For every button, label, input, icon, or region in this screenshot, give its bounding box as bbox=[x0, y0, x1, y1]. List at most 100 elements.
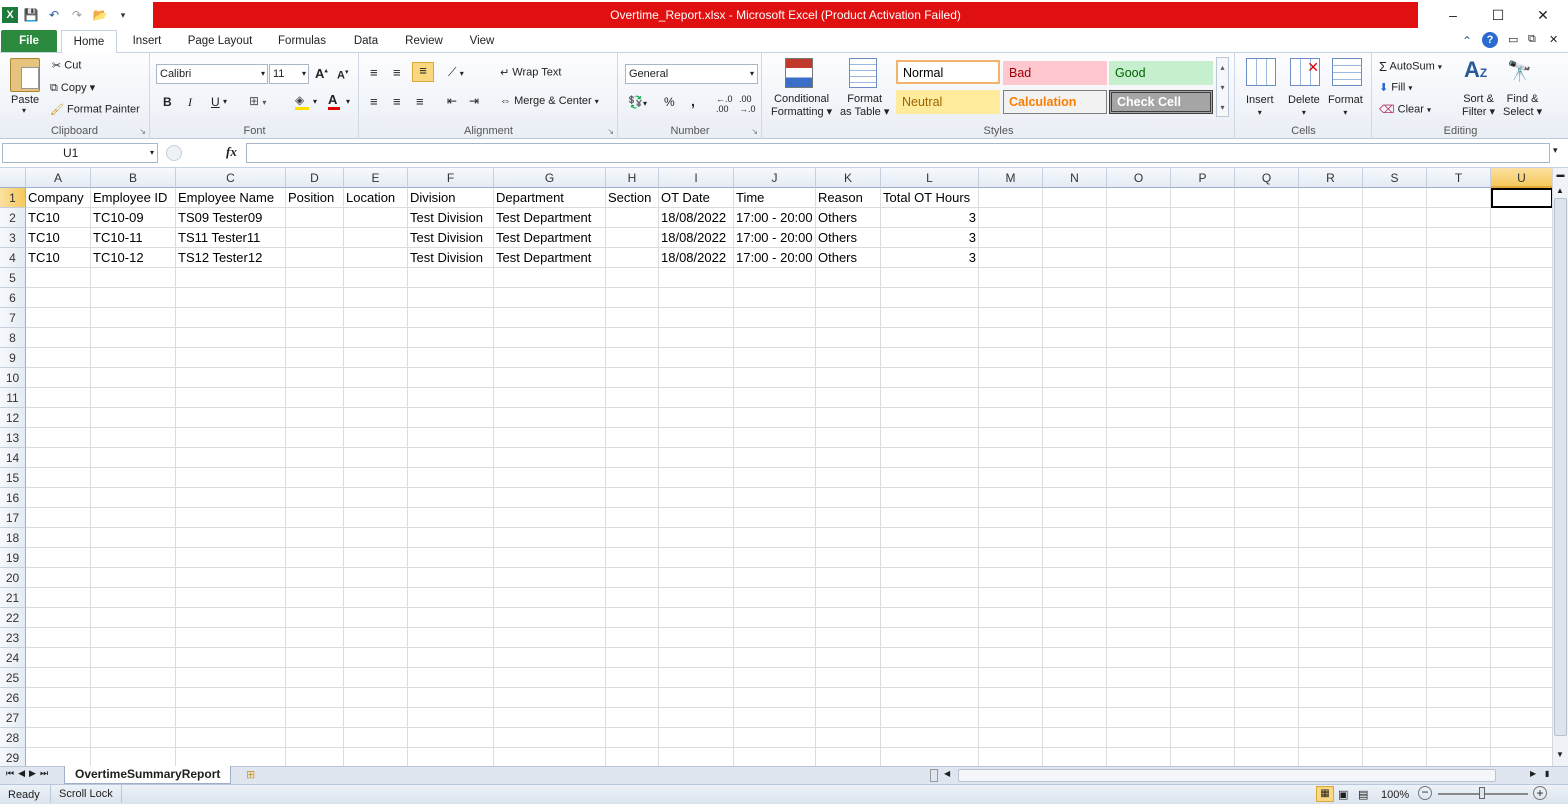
cell[interactable] bbox=[979, 548, 1043, 568]
cell[interactable] bbox=[494, 448, 606, 468]
font-size-select[interactable]: 11 ▾ bbox=[269, 64, 309, 84]
cell[interactable]: Section bbox=[606, 188, 659, 208]
cell[interactable] bbox=[816, 628, 881, 648]
row-header[interactable]: 5 bbox=[0, 268, 26, 288]
style-neutral[interactable]: Neutral bbox=[896, 90, 1000, 114]
cell[interactable] bbox=[881, 488, 979, 508]
cell[interactable] bbox=[881, 708, 979, 728]
cell[interactable] bbox=[881, 608, 979, 628]
cell[interactable]: Employee Name bbox=[176, 188, 286, 208]
cell[interactable] bbox=[881, 508, 979, 528]
cell[interactable] bbox=[286, 588, 344, 608]
cell[interactable] bbox=[1363, 328, 1427, 348]
tab-file[interactable]: File bbox=[1, 30, 57, 52]
row-header[interactable]: 19 bbox=[0, 548, 26, 568]
cell[interactable] bbox=[1299, 508, 1363, 528]
cell[interactable] bbox=[26, 588, 91, 608]
column-header[interactable]: P bbox=[1171, 168, 1235, 188]
cell[interactable] bbox=[1427, 528, 1491, 548]
row-header[interactable]: 16 bbox=[0, 488, 26, 508]
cell[interactable] bbox=[734, 748, 816, 766]
cell[interactable] bbox=[1171, 368, 1235, 388]
cell[interactable] bbox=[1363, 428, 1427, 448]
cell[interactable] bbox=[1107, 508, 1171, 528]
cell[interactable] bbox=[1235, 388, 1299, 408]
cell[interactable] bbox=[1491, 548, 1552, 568]
cell[interactable] bbox=[344, 648, 408, 668]
cell[interactable] bbox=[26, 448, 91, 468]
cell[interactable] bbox=[979, 308, 1043, 328]
cell[interactable] bbox=[659, 268, 734, 288]
cell[interactable] bbox=[1107, 728, 1171, 748]
cell[interactable] bbox=[734, 608, 816, 628]
column-header[interactable]: S bbox=[1363, 168, 1427, 188]
cell[interactable] bbox=[286, 268, 344, 288]
cell[interactable] bbox=[734, 288, 816, 308]
cell[interactable] bbox=[979, 488, 1043, 508]
cell[interactable] bbox=[881, 568, 979, 588]
cell[interactable] bbox=[26, 268, 91, 288]
cell[interactable] bbox=[1043, 268, 1107, 288]
cell[interactable] bbox=[1171, 488, 1235, 508]
cell[interactable] bbox=[816, 708, 881, 728]
scroll-left-icon[interactable]: ◀ bbox=[944, 769, 950, 778]
cell[interactable] bbox=[1427, 728, 1491, 748]
cell[interactable] bbox=[816, 568, 881, 588]
cell[interactable] bbox=[1363, 228, 1427, 248]
cell[interactable] bbox=[344, 468, 408, 488]
column-header[interactable]: E bbox=[344, 168, 408, 188]
cell[interactable] bbox=[91, 488, 176, 508]
cell[interactable] bbox=[1491, 268, 1552, 288]
cell[interactable] bbox=[606, 408, 659, 428]
cell[interactable] bbox=[91, 688, 176, 708]
cell[interactable] bbox=[816, 348, 881, 368]
cell[interactable] bbox=[1107, 708, 1171, 728]
cell[interactable] bbox=[344, 348, 408, 368]
cell[interactable] bbox=[91, 468, 176, 488]
cell[interactable] bbox=[816, 308, 881, 328]
increase-decimal-icon[interactable]: ←.0.00 bbox=[716, 94, 733, 114]
cell[interactable] bbox=[1171, 508, 1235, 528]
cell[interactable] bbox=[606, 708, 659, 728]
tab-review[interactable]: Review bbox=[397, 30, 451, 53]
row-header[interactable]: 28 bbox=[0, 728, 26, 748]
cell[interactable] bbox=[176, 368, 286, 388]
cell[interactable]: TC10-09 bbox=[91, 208, 176, 228]
tab-insert[interactable]: Insert bbox=[122, 30, 172, 53]
cell[interactable] bbox=[606, 548, 659, 568]
cell[interactable] bbox=[494, 548, 606, 568]
row-header[interactable]: 11 bbox=[0, 388, 26, 408]
scroll-right-icon[interactable]: ▶ bbox=[1530, 769, 1536, 778]
name-box[interactable]: U1 ▾ bbox=[2, 143, 158, 163]
cell[interactable] bbox=[1427, 428, 1491, 448]
cell[interactable] bbox=[176, 608, 286, 628]
cell[interactable] bbox=[816, 448, 881, 468]
cell[interactable] bbox=[408, 728, 494, 748]
page-layout-view-icon[interactable]: ▣ bbox=[1338, 786, 1348, 804]
cell[interactable] bbox=[1171, 668, 1235, 688]
tab-page-layout[interactable]: Page Layout bbox=[180, 30, 260, 53]
cell[interactable] bbox=[659, 748, 734, 766]
cell[interactable] bbox=[1171, 328, 1235, 348]
cell[interactable] bbox=[1427, 448, 1491, 468]
cell[interactable] bbox=[344, 308, 408, 328]
cell[interactable] bbox=[91, 448, 176, 468]
cell[interactable] bbox=[606, 628, 659, 648]
cell[interactable] bbox=[1235, 328, 1299, 348]
cell[interactable] bbox=[408, 268, 494, 288]
cell[interactable] bbox=[91, 608, 176, 628]
cell[interactable] bbox=[26, 608, 91, 628]
cell[interactable] bbox=[1043, 188, 1107, 208]
cell[interactable] bbox=[344, 528, 408, 548]
cell[interactable] bbox=[734, 468, 816, 488]
cell[interactable] bbox=[176, 348, 286, 368]
font-color-icon[interactable]: A bbox=[328, 92, 340, 110]
cell[interactable] bbox=[1299, 468, 1363, 488]
cell[interactable] bbox=[1491, 608, 1552, 628]
insert-button[interactable]: Insert ▾ bbox=[1246, 94, 1274, 118]
cell[interactable] bbox=[1363, 508, 1427, 528]
page-break-view-icon[interactable]: ▤ bbox=[1358, 786, 1368, 804]
column-header[interactable]: B bbox=[91, 168, 176, 188]
cell[interactable] bbox=[408, 508, 494, 528]
column-header[interactable]: I bbox=[659, 168, 734, 188]
